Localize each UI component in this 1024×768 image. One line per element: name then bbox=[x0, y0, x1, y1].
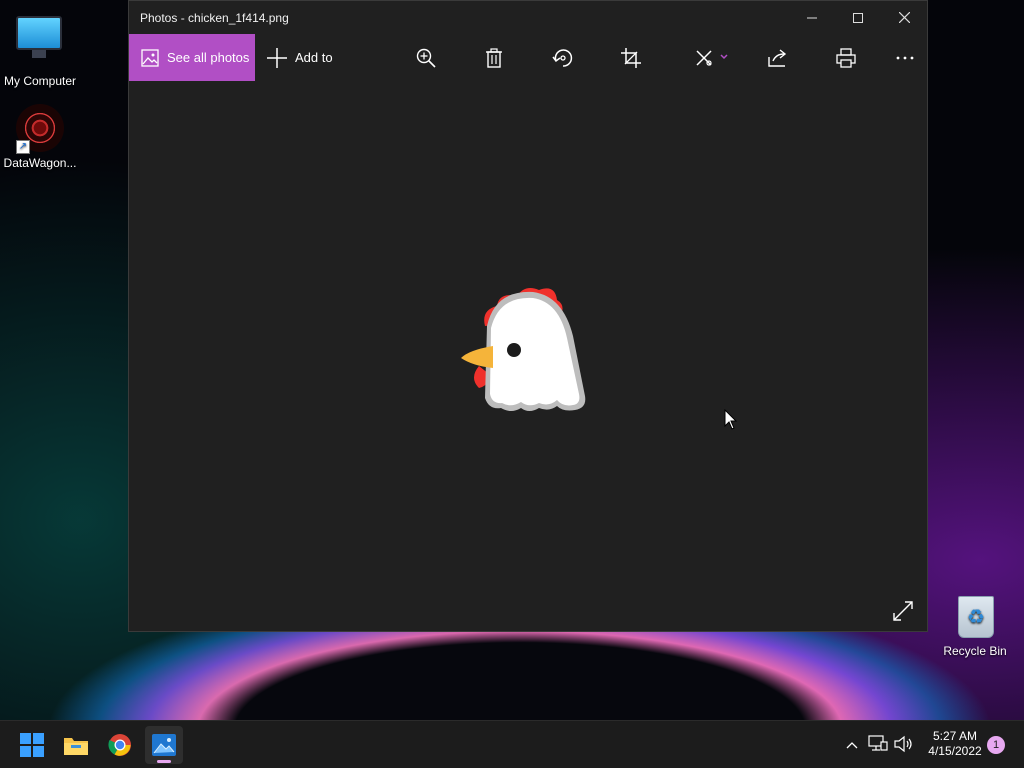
fullscreen-button[interactable] bbox=[891, 599, 915, 623]
zoom-in-button[interactable] bbox=[406, 34, 446, 81]
clock[interactable]: 5:27 AM 4/15/2022 bbox=[920, 729, 990, 759]
more-icon bbox=[896, 56, 914, 59]
shortcut-arrow-icon: ↗ bbox=[16, 140, 30, 154]
zoom-in-icon bbox=[416, 48, 436, 68]
rotate-icon bbox=[552, 48, 573, 67]
folder-icon bbox=[64, 738, 88, 755]
add-to-button[interactable]: Add to bbox=[267, 34, 333, 81]
close-button[interactable] bbox=[881, 1, 927, 34]
delete-icon bbox=[486, 47, 502, 68]
desktop-icon-recycle-bin[interactable]: ♻ Recycle Bin bbox=[935, 596, 1015, 658]
file-explorer-button[interactable] bbox=[57, 726, 95, 764]
maximize-icon bbox=[853, 12, 863, 23]
network-icon bbox=[868, 735, 888, 751]
maximize-button[interactable] bbox=[835, 1, 881, 34]
delete-button[interactable] bbox=[474, 34, 514, 81]
photo-gallery-icon bbox=[141, 48, 159, 67]
mouse-cursor-icon bbox=[724, 409, 738, 430]
recycle-bin-icon: ♻ bbox=[958, 596, 994, 640]
chrome-button[interactable] bbox=[101, 726, 139, 764]
photos-window: Photos - chicken_1f414.png See all photo… bbox=[128, 0, 928, 632]
chevron-up-icon bbox=[846, 742, 858, 749]
desktop-icon-datawagon[interactable]: ↗ DataWagon... bbox=[0, 104, 80, 170]
print-button[interactable] bbox=[826, 34, 866, 81]
crop-icon bbox=[621, 47, 641, 68]
desktop-icon-my-computer[interactable]: My Computer bbox=[0, 10, 80, 88]
image-viewer-canvas[interactable] bbox=[129, 81, 927, 633]
chrome-icon bbox=[108, 734, 131, 756]
notification-badge[interactable]: 1 bbox=[987, 736, 1005, 754]
my-computer-icon bbox=[16, 16, 64, 64]
rotate-button[interactable] bbox=[543, 34, 583, 81]
photos-app-icon bbox=[152, 734, 176, 756]
more-options-button[interactable] bbox=[885, 34, 925, 81]
print-icon bbox=[836, 47, 856, 68]
title-bar[interactable]: Photos - chicken_1f414.png bbox=[129, 1, 927, 34]
taskbar: 5:27 AM 4/15/2022 1 bbox=[0, 720, 1024, 768]
crop-button[interactable] bbox=[611, 34, 651, 81]
plus-icon bbox=[267, 47, 287, 68]
edit-draw-icon bbox=[696, 49, 728, 66]
edit-draw-button[interactable] bbox=[687, 34, 737, 81]
see-all-photos-button[interactable]: See all photos bbox=[129, 34, 255, 81]
volume-button[interactable] bbox=[894, 735, 916, 755]
network-button[interactable] bbox=[868, 735, 890, 755]
photos-toolbar: See all photos Add to bbox=[129, 34, 927, 81]
desktop-icon-label: Recycle Bin bbox=[943, 644, 1007, 658]
desktop-icon-label: DataWagon... bbox=[3, 156, 77, 170]
speaker-icon bbox=[894, 735, 912, 753]
share-icon bbox=[768, 48, 787, 67]
share-button[interactable] bbox=[758, 34, 798, 81]
chicken-image bbox=[461, 288, 586, 411]
show-hidden-icons-button[interactable] bbox=[842, 735, 862, 755]
add-to-label: Add to bbox=[295, 50, 333, 65]
see-all-photos-label: See all photos bbox=[167, 50, 250, 65]
close-icon bbox=[898, 12, 910, 23]
windows-logo-icon bbox=[20, 733, 44, 757]
active-app-indicator bbox=[157, 760, 171, 763]
photos-taskbar-button[interactable] bbox=[145, 726, 183, 764]
minimize-button[interactable] bbox=[789, 1, 835, 34]
minimize-icon bbox=[807, 17, 817, 18]
window-title: Photos - chicken_1f414.png bbox=[140, 10, 289, 25]
start-button[interactable] bbox=[13, 726, 51, 764]
desktop-icon-label: My Computer bbox=[3, 74, 77, 88]
clock-date: 4/15/2022 bbox=[928, 744, 982, 758]
clock-time: 5:27 AM bbox=[932, 729, 978, 743]
datawagon-icon: ↗ bbox=[16, 104, 64, 154]
